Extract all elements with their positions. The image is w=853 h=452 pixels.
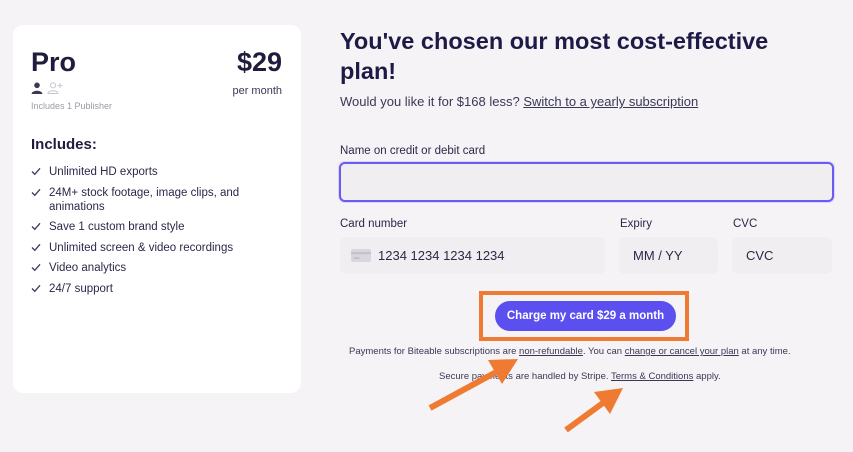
- stripe-notice: Secure payments are handled by Stripe. T…: [439, 371, 721, 382]
- check-icon: [31, 282, 49, 296]
- feature-item: Video analytics: [31, 261, 286, 275]
- switch-yearly-link[interactable]: Switch to a yearly subscription: [523, 94, 698, 109]
- feature-item: Save 1 custom brand style: [31, 220, 286, 234]
- offer-text: Would you like it for $168 less?: [340, 94, 520, 109]
- cardholder-name-input[interactable]: [339, 162, 834, 202]
- plan-period: per month: [232, 85, 282, 97]
- user-icon: [31, 82, 43, 94]
- stripe-text: Secure payments are handled by Stripe.: [439, 371, 609, 382]
- publisher-icons: [31, 82, 63, 94]
- feature-item: 24/7 support: [31, 282, 286, 296]
- cvc-input[interactable]: [732, 237, 832, 274]
- feature-item: 24M+ stock footage, image clips, and ani…: [31, 186, 286, 214]
- expiry-label: Expiry: [620, 218, 652, 230]
- charge-card-button[interactable]: Charge my card $29 a month: [495, 301, 676, 331]
- name-label: Name on credit or debit card: [340, 145, 486, 157]
- yearly-offer: Would you like it for $168 less? Switch …: [340, 94, 698, 109]
- feature-label: Video analytics: [49, 262, 127, 274]
- feature-label: 24/7 support: [49, 282, 113, 295]
- arrow-annotation-icon: [428, 359, 518, 411]
- publisher-note: Includes 1 Publisher: [31, 101, 113, 111]
- check-icon: [31, 186, 49, 200]
- refund-text-mid: . You can: [582, 346, 623, 357]
- feature-label: Unlimited HD exports: [49, 166, 158, 178]
- feature-label: 24M+ stock footage, image clips, and ani…: [49, 186, 240, 213]
- refund-text-end: at any time.: [741, 346, 791, 357]
- refund-notice: Payments for Biteable subscriptions are …: [349, 346, 791, 357]
- check-icon: [31, 220, 49, 234]
- plan-name: Pro: [31, 47, 77, 77]
- non-refundable-link[interactable]: non-refundable: [519, 346, 583, 357]
- feature-item: Unlimited HD exports: [31, 165, 286, 179]
- plan-card: Pro $29 per month Includes 1 Publisher I…: [13, 25, 301, 393]
- feature-list: Unlimited HD exports 24M+ stock footage,…: [31, 165, 286, 302]
- stripe-text-end: apply.: [696, 371, 721, 382]
- feature-item: Unlimited screen & video recordings: [31, 241, 286, 255]
- expiry-input[interactable]: [619, 237, 718, 274]
- arrow-annotation-icon: [564, 388, 623, 433]
- cvc-label: CVC: [733, 218, 758, 230]
- change-cancel-plan-link[interactable]: change or cancel your plan: [625, 346, 739, 357]
- add-user-icon: [47, 82, 63, 94]
- card-number-field[interactable]: [340, 237, 605, 274]
- page-title: You've chosen our most cost-effective pl…: [340, 28, 769, 84]
- terms-conditions-link[interactable]: Terms & Conditions: [611, 371, 693, 382]
- check-icon: [31, 261, 49, 275]
- feature-label: Save 1 custom brand style: [49, 221, 185, 233]
- card-number-input[interactable]: [340, 237, 605, 274]
- refund-text: Payments for Biteable subscriptions are: [349, 346, 517, 357]
- check-icon: [31, 241, 49, 255]
- card-number-label: Card number: [340, 218, 408, 230]
- plan-price: $29: [236, 47, 282, 77]
- includes-heading: Includes:: [31, 136, 97, 153]
- feature-label: Unlimited screen & video recordings: [49, 241, 234, 254]
- check-icon: [31, 165, 49, 179]
